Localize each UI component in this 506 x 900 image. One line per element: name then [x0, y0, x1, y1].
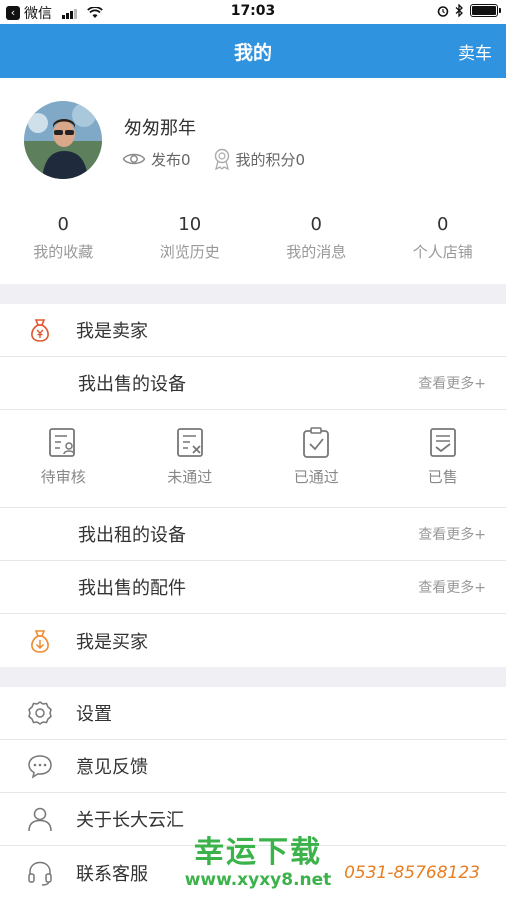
menu-settings-label: 设置: [76, 704, 112, 725]
battery-icon: [470, 4, 501, 17]
status-rejected-label: 未通过: [167, 468, 213, 486]
watermark-title: 幸运下载: [194, 835, 322, 870]
menu-feedback-label: 意见反馈: [76, 757, 148, 778]
menu-support-label: 联系客服: [76, 864, 148, 885]
headset-icon: [28, 861, 52, 886]
pending-review-icon: [49, 428, 76, 457]
page-title: 我的: [233, 42, 272, 64]
avatar[interactable]: [24, 101, 102, 179]
seller-header[interactable]: 我是卖家: [0, 304, 506, 357]
buyer-title: 我是买家: [76, 631, 148, 653]
stat-favorites[interactable]: 0 我的收藏: [0, 214, 127, 262]
sale-parts-label: 我出售的配件: [78, 578, 186, 599]
watermark: 幸运下载 www.xyxy8.net: [178, 835, 338, 891]
stat-shop[interactable]: 0 个人店铺: [380, 214, 506, 262]
status-rejected[interactable]: 未通过: [127, 410, 254, 507]
status-sold[interactable]: 已售: [380, 410, 506, 507]
status-pending-label: 待审核: [40, 468, 86, 486]
section-divider: [0, 667, 506, 687]
sale-status-grid: 待审核 未通过 已通过 已售: [0, 410, 506, 508]
sale-devices-row[interactable]: 我出售的设备 查看更多+: [0, 357, 506, 410]
stat-history[interactable]: 10 浏览历史: [127, 214, 254, 262]
menu-about-label: 关于长大云汇: [76, 810, 184, 831]
chat-bubble-icon: [28, 755, 52, 779]
stats-row: 0 我的收藏 10 浏览历史 0 我的消息 0 个人店铺: [0, 214, 506, 262]
sell-car-button[interactable]: 卖车: [458, 39, 492, 64]
watermark-url: www.xyxy8.net: [184, 870, 332, 890]
money-bag-icon: [31, 319, 49, 342]
publish-label: 发布0: [151, 150, 191, 169]
alarm-icon: [437, 5, 449, 17]
rent-devices-more-link[interactable]: 查看更多+: [418, 524, 486, 544]
sold-icon: [429, 428, 456, 457]
gear-icon: [28, 701, 52, 725]
sale-devices-label: 我出售的设备: [78, 374, 186, 395]
user-icon: [28, 807, 52, 832]
status-pending[interactable]: 待审核: [0, 410, 127, 507]
menu-settings[interactable]: 设置: [0, 687, 506, 740]
nav-bar: 我的 卖车: [0, 24, 506, 78]
status-approved[interactable]: 已通过: [253, 410, 380, 507]
username: 匆匆那年: [124, 118, 196, 139]
points-label: 我的积分0: [235, 150, 306, 169]
status-approved-label: 已通过: [293, 468, 339, 486]
sale-devices-more-link[interactable]: 查看更多+: [418, 373, 486, 393]
seller-title: 我是卖家: [76, 321, 148, 342]
menu-feedback[interactable]: 意见反馈: [0, 740, 506, 793]
rent-devices-row[interactable]: 我出租的设备 查看更多+: [0, 508, 506, 561]
clock: 17:03: [230, 3, 276, 19]
medal-icon: [214, 148, 229, 170]
eye-icon: [122, 153, 146, 165]
rent-devices-label: 我出租的设备: [78, 525, 186, 546]
bluetooth-icon: [455, 4, 463, 17]
rejected-icon: [176, 428, 203, 457]
publish-count[interactable]: 发布0: [122, 149, 191, 170]
sale-parts-more-link[interactable]: 查看更多+: [418, 577, 486, 597]
profile-section: 匆匆那年 发布0 我的积分0 0 我的收藏 10 浏览历史 0 我的消息 0 个…: [0, 78, 506, 284]
status-bar: ‹ 微信 17:03: [0, 0, 506, 24]
buyer-header[interactable]: 我是买家: [0, 614, 506, 667]
approved-icon: [303, 427, 330, 458]
section-divider: [0, 284, 506, 304]
buyer-bag-icon: [31, 629, 49, 653]
status-sold-label: 已售: [427, 468, 458, 486]
watermark-phone: 0531-85768123: [344, 863, 480, 883]
points-count[interactable]: 我的积分0: [213, 148, 306, 170]
stat-messages[interactable]: 0 我的消息: [253, 214, 380, 262]
sale-parts-row[interactable]: 我出售的配件 查看更多+: [0, 561, 506, 614]
